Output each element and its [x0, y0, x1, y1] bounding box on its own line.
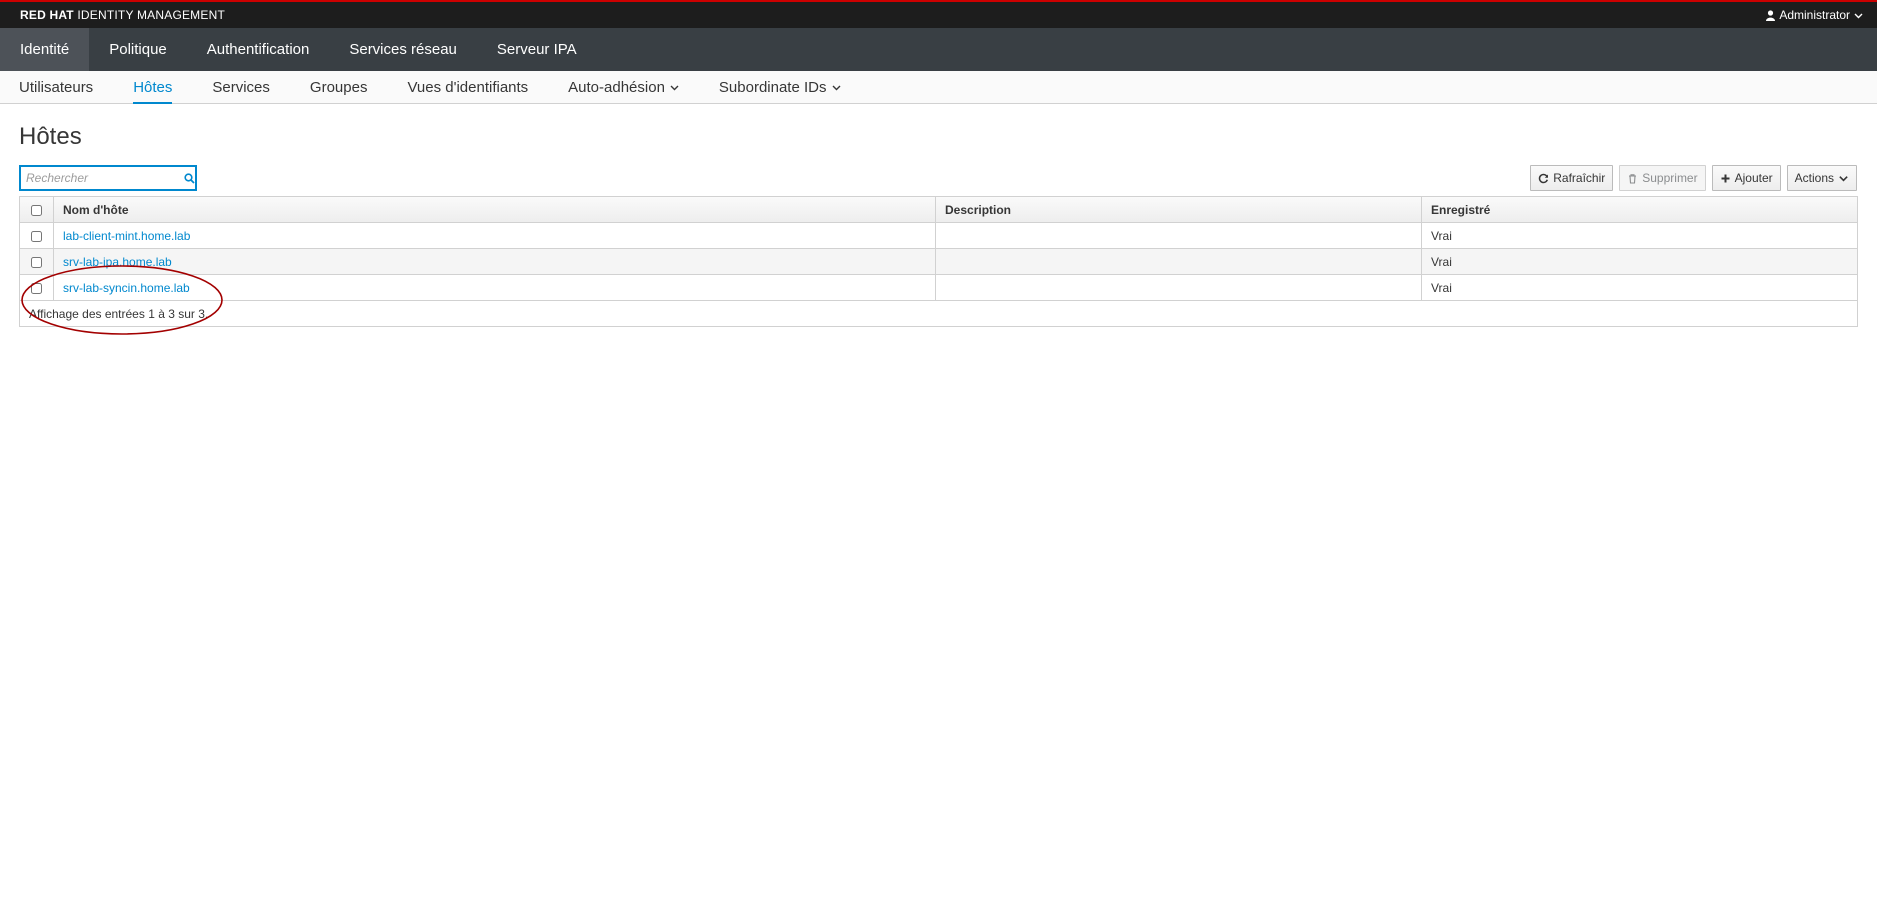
tab-label: Hôtes	[133, 79, 173, 96]
tab-auto-adhesion[interactable]: Auto-adhésion	[568, 71, 679, 104]
tab-hotes[interactable]: Hôtes	[133, 71, 173, 104]
tab-label: Auto-adhésion	[568, 79, 665, 96]
row-select-cell	[19, 248, 54, 275]
column-header-description[interactable]: Description	[935, 196, 1422, 223]
tab-label: Utilisateurs	[19, 79, 94, 96]
enrolled-cell: Vrai	[1421, 222, 1858, 249]
tab-subordinate-ids[interactable]: Subordinate IDs	[719, 71, 841, 104]
tab-utilisateurs[interactable]: Utilisateurs	[19, 71, 93, 104]
main-nav-label: Identité	[20, 41, 70, 58]
table-row: srv-lab-syncin.home.lab Vrai	[19, 274, 1858, 301]
row-checkbox[interactable]	[31, 282, 42, 294]
add-button[interactable]: Ajouter	[1711, 165, 1781, 191]
pagination-summary: Affichage des entrées 1 à 3 sur 3.	[19, 300, 1858, 327]
description-cell	[935, 248, 1422, 275]
main-nav-label: Politique	[109, 41, 167, 58]
tab-label: Services	[212, 79, 270, 96]
main-nav-services-reseau[interactable]: Services réseau	[329, 28, 477, 71]
user-name: Administrator	[1779, 8, 1850, 22]
hosts-table: Nom d'hôte Description Enregistré lab-cl…	[19, 196, 1858, 327]
toolbar: Rafraîchir Supprimer Ajouter Actions	[1530, 165, 1857, 191]
hostname-cell: srv-lab-ipa.home.lab	[53, 248, 936, 275]
row-checkbox[interactable]	[31, 256, 42, 268]
refresh-label: Rafraîchir	[1553, 171, 1606, 185]
user-icon	[1766, 9, 1776, 21]
search-button[interactable]	[183, 167, 195, 189]
page-title: Hôtes	[19, 123, 82, 150]
chevron-down-icon	[1854, 13, 1863, 18]
hostname-link[interactable]: srv-lab-ipa.home.lab	[63, 255, 172, 269]
refresh-icon	[1539, 173, 1549, 183]
actions-dropdown[interactable]: Actions	[1786, 165, 1857, 191]
search-input[interactable]	[21, 168, 183, 188]
trash-icon	[1629, 173, 1637, 184]
table-row: srv-lab-ipa.home.lab Vrai	[19, 248, 1858, 275]
row-checkbox[interactable]	[31, 230, 42, 242]
tab-services[interactable]: Services	[212, 71, 270, 104]
description-cell	[935, 222, 1422, 249]
enrolled-cell: Vrai	[1421, 274, 1858, 301]
main-nav-label: Serveur IPA	[496, 41, 577, 58]
search-box	[19, 165, 197, 191]
select-all-cell	[19, 196, 54, 223]
main-nav-label: Authentification	[206, 41, 310, 58]
main-nav-identite[interactable]: Identité	[0, 28, 90, 71]
actions-label: Actions	[1794, 171, 1834, 185]
chevron-down-icon	[670, 85, 679, 91]
brand-text: IDENTITY MANAGEMENT	[77, 8, 225, 22]
hostname-link[interactable]: srv-lab-syncin.home.lab	[63, 281, 190, 295]
select-all-checkbox[interactable]	[31, 204, 42, 216]
main-nav-politique[interactable]: Politique	[89, 28, 187, 71]
row-select-cell	[19, 274, 54, 301]
tab-label: Subordinate IDs	[718, 79, 827, 96]
main-nav-serveur-ipa[interactable]: Serveur IPA	[477, 28, 597, 71]
chevron-down-icon	[1839, 175, 1848, 181]
column-header-enrolled[interactable]: Enregistré	[1421, 196, 1858, 223]
delete-label: Supprimer	[1642, 171, 1698, 185]
add-label: Ajouter	[1734, 171, 1773, 185]
main-nav-label: Services réseau	[349, 41, 457, 58]
table-row: lab-client-mint.home.lab Vrai	[19, 222, 1858, 249]
row-select-cell	[19, 222, 54, 249]
tab-label: Groupes	[309, 79, 368, 96]
enrolled-cell: Vrai	[1421, 248, 1858, 275]
main-nav: Identité Politique Authentification Serv…	[0, 28, 1877, 71]
table-footer-row: Affichage des entrées 1 à 3 sur 3.	[19, 300, 1858, 327]
description-cell	[935, 274, 1422, 301]
main-nav-authentification[interactable]: Authentification	[187, 28, 330, 71]
plus-icon	[1721, 174, 1730, 182]
tab-vues-identifiants[interactable]: Vues d'identifiants	[407, 71, 528, 104]
chevron-down-icon	[832, 85, 840, 91]
brand-logo: RED HAT IDENTITY MANAGEMENT	[20, 8, 225, 22]
brand-bold: RED HAT	[20, 8, 74, 22]
refresh-button[interactable]: Rafraîchir	[1530, 165, 1614, 191]
table-header-row: Nom d'hôte Description Enregistré	[19, 196, 1858, 223]
hostname-cell: srv-lab-syncin.home.lab	[53, 274, 936, 301]
hostname-link[interactable]: lab-client-mint.home.lab	[63, 229, 190, 243]
sub-nav: Utilisateurs Hôtes Services Groupes Vues…	[0, 71, 1877, 104]
top-bar: RED HAT IDENTITY MANAGEMENT Administrato…	[0, 0, 1877, 28]
tab-groupes[interactable]: Groupes	[310, 71, 368, 104]
tab-label: Vues d'identifiants	[407, 79, 529, 96]
user-menu[interactable]: Administrator	[1766, 8, 1863, 22]
hostname-cell: lab-client-mint.home.lab	[53, 222, 936, 249]
search-icon	[183, 172, 195, 184]
column-header-hostname[interactable]: Nom d'hôte	[53, 196, 936, 223]
delete-button[interactable]: Supprimer	[1619, 165, 1706, 191]
